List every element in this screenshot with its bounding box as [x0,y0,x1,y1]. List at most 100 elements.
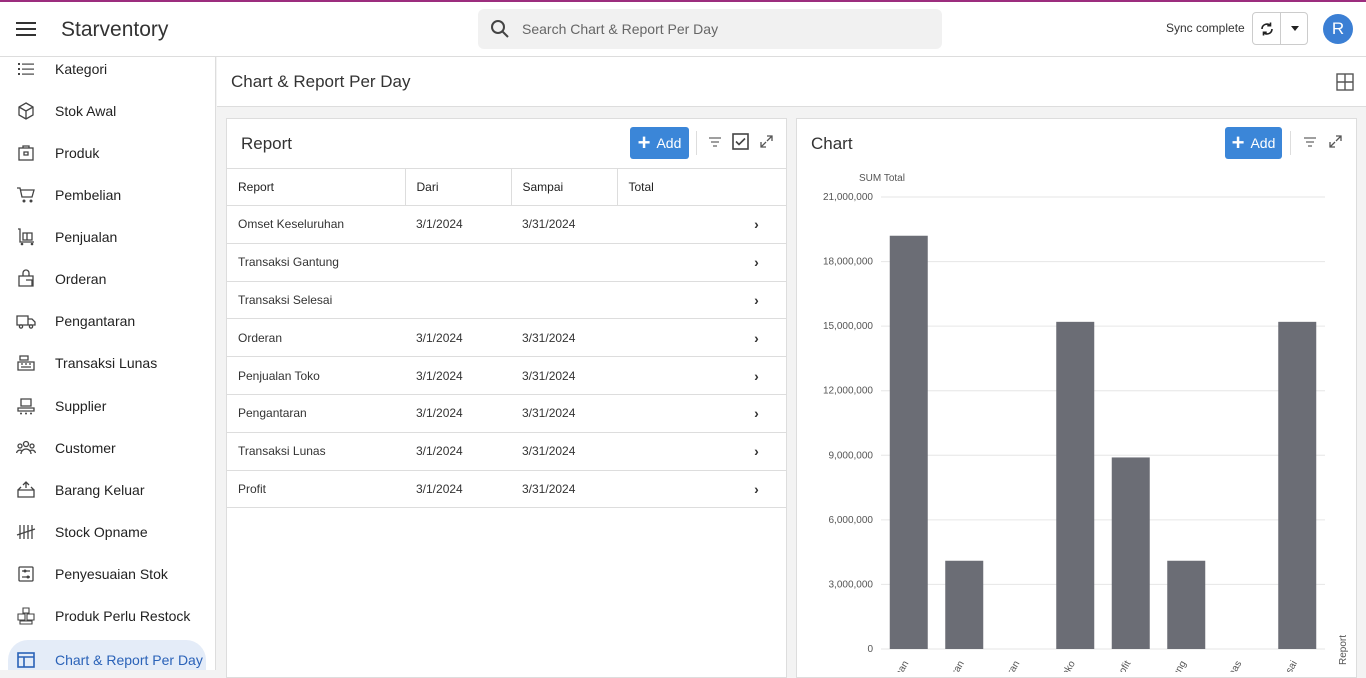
cell-total [617,394,727,433]
sidebar-item-pengantaran[interactable]: Pengantaran [0,301,215,341]
grid-layout-icon[interactable] [1336,73,1354,91]
cart-icon [17,187,35,203]
conveyor-icon [17,398,35,415]
cell-total [617,243,727,282]
chevron-right-icon[interactable]: › [727,281,786,320]
table-row[interactable]: Profit 3/1/2024 3/31/2024 › [227,470,786,509]
plus-icon: + [1231,130,1245,155]
expand-icon[interactable] [760,135,773,148]
table-header-row: Report Dari Sampai Total [227,168,786,206]
sidebar-item-chart-report[interactable]: Chart & Report Per Day [8,640,206,670]
table-row[interactable]: Omset Keseluruhan 3/1/2024 3/31/2024 › [227,205,786,244]
table-row[interactable]: Penjualan Toko 3/1/2024 3/31/2024 › [227,356,786,395]
sidebar-item-produk[interactable]: Produk [0,133,215,173]
y-tick-label: 18,000,000 [823,257,873,268]
sidebar-item-stok-awal[interactable]: Stok Awal [0,91,215,131]
sidebar-item-customer[interactable]: Customer [0,428,215,468]
y-tick-label: 15,000,000 [823,321,873,332]
cell-dari: 3/1/2024 [405,432,511,471]
report-panel: Report + Add Report Dari Sampai Total Oms… [226,118,787,678]
x-axis-label: Report [1338,635,1349,665]
sidebar-item-kategori[interactable]: Kategori [0,57,215,89]
column-header-dari[interactable]: Dari [404,168,511,206]
page-header: Chart & Report Per Day [217,57,1366,107]
table-row[interactable]: Pengantaran 3/1/2024 3/31/2024 › [227,394,786,433]
cell-report: Transaksi Selesai [227,281,405,320]
sidebar-item-penyesuaian-stok[interactable]: Penyesuaian Stok [0,554,215,594]
chevron-right-icon[interactable]: › [727,356,786,395]
box-icon [18,102,34,120]
cell-sampai: 3/31/2024 [511,318,617,358]
chevron-right-icon[interactable]: › [727,318,786,358]
app-header: Starventory Sync complete R [0,2,1366,57]
chevron-right-icon[interactable]: › [727,205,786,244]
cell-total [617,281,727,320]
table-row[interactable]: Orderan 3/1/2024 3/31/2024 › [227,318,786,358]
table-row[interactable]: Transaksi Lunas 3/1/2024 3/31/2024 › [227,432,786,471]
sidebar-item-stock-opname[interactable]: Stock Opname [0,512,215,552]
chevron-right-icon[interactable]: › [727,432,786,471]
sidebar-item-label: Transaksi Lunas [55,355,158,371]
filter-icon[interactable] [709,137,721,147]
chart-panel: Chart + Add SUM Total 0 3,000,000 6,000,000 9… [796,118,1357,678]
report-panel-title: Report [241,134,293,153]
sidebar-item-pembelian[interactable]: Pembelian [0,175,215,215]
y-tick-label: 12,000,000 [823,386,873,397]
shopping-bag-icon [18,269,34,287]
y-axis-label: SUM Total [859,173,905,184]
sync-button[interactable] [1253,13,1281,44]
sidebar-item-label: Pengantaran [55,313,136,329]
avatar[interactable]: R [1323,14,1353,44]
cell-total [617,356,727,395]
chart-add-button[interactable]: + Add [1225,127,1282,159]
cell-sampai [511,281,617,320]
y-tick-label: 6,000,000 [829,515,874,526]
plus-icon: + [637,130,651,155]
sidebar-item-produk-perlu-restock[interactable]: Produk Perlu Restock [0,596,215,636]
box-out-icon [17,481,35,498]
sidebar-item-label: Pembelian [55,187,122,203]
layout-icon [17,652,35,668]
trolley-icon [18,228,34,246]
tally-icon [16,525,36,539]
cell-sampai: 3/31/2024 [511,205,617,244]
cell-sampai [511,243,617,282]
report-add-button[interactable]: + Add [630,127,689,159]
cell-dari: 3/1/2024 [405,470,511,509]
chevron-right-icon[interactable]: › [727,243,786,282]
sidebar-item-label: Chart & Report Per Day [55,652,203,668]
cell-dari: 3/1/2024 [405,394,511,433]
sidebar-item-orderan[interactable]: Orderan [0,259,215,299]
column-header-sampai[interactable]: Sampai [510,168,617,206]
sync-dropdown-button[interactable] [1281,13,1308,44]
hamburger-menu-icon[interactable] [14,18,38,40]
main-content: Chart & Report Per Day Report + Add Repor… [217,57,1366,678]
search-input[interactable] [522,9,932,49]
checkbox-icon[interactable] [732,133,749,150]
filter-icon[interactable] [1304,137,1316,147]
truck-icon [16,315,36,329]
search-bar [478,9,942,49]
cell-total [617,205,727,244]
column-header-action [727,168,786,206]
caret-down-icon [1290,25,1299,31]
x-tick-label: ...rofit [1111,659,1133,672]
cell-dari [405,243,511,282]
chevron-right-icon[interactable]: › [727,394,786,433]
sidebar-item-label: Barang Keluar [55,482,145,498]
sidebar-item-label: Kategori [55,61,108,77]
cell-report: Transaksi Lunas [227,432,405,471]
cell-report: Pengantaran [227,394,405,433]
table-row[interactable]: Transaksi Gantung › [227,243,786,282]
sidebar-item-transaksi-lunas[interactable]: Transaksi Lunas [0,343,215,383]
column-header-total[interactable]: Total [616,168,727,206]
x-tick-label: ...uhan [887,659,912,672]
sidebar-item-penjualan[interactable]: Penjualan [0,217,215,257]
chevron-right-icon[interactable]: › [727,470,786,509]
cell-total [617,432,727,471]
expand-icon[interactable] [1329,135,1342,148]
sidebar-item-supplier[interactable]: Supplier [0,386,215,426]
table-row[interactable]: Transaksi Selesai › [227,281,786,320]
sidebar-item-barang-keluar[interactable]: Barang Keluar [0,470,215,510]
column-header-report[interactable]: Report [227,168,405,206]
